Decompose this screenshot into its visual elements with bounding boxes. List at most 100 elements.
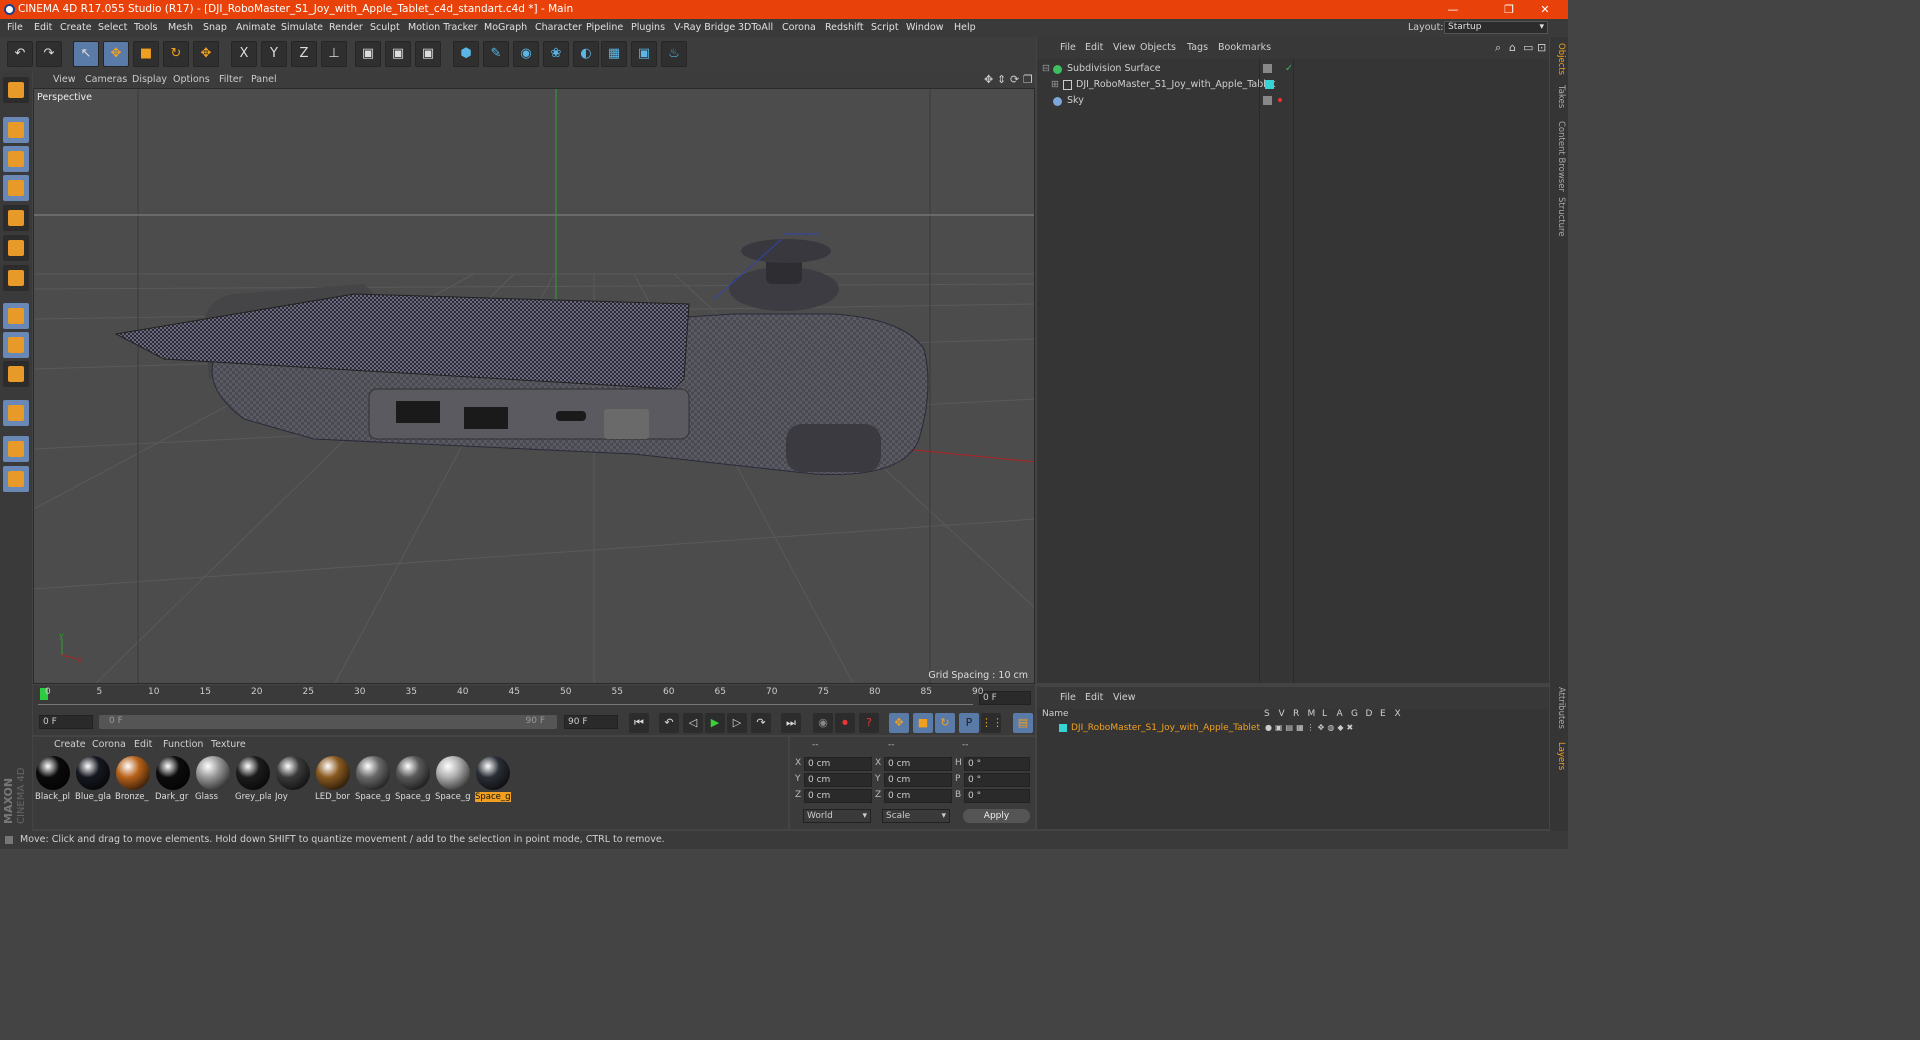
home-icon[interactable]: ⌂ bbox=[1509, 37, 1516, 59]
coord-system-dropdown[interactable]: World ▾ bbox=[803, 809, 871, 823]
menu-window[interactable]: Window bbox=[906, 19, 943, 37]
material-swatch[interactable]: Bronze_ bbox=[115, 755, 151, 802]
coordinate-system-icon[interactable]: ⊥ bbox=[321, 41, 347, 67]
render-settings-icon[interactable]: ▣ bbox=[415, 41, 441, 67]
menu-plugins[interactable]: Plugins bbox=[631, 19, 665, 37]
axis-mode-icon[interactable] bbox=[3, 303, 29, 329]
tweak-mode-icon[interactable] bbox=[3, 332, 29, 358]
material-swatch[interactable]: Space_g bbox=[435, 755, 471, 802]
side-tab-attributes[interactable]: Attributes bbox=[1552, 687, 1566, 729]
magnet-tool-icon[interactable] bbox=[3, 400, 29, 426]
floor-environment-icon[interactable]: ▦ bbox=[601, 41, 627, 67]
new-view-icon[interactable]: ▭ bbox=[1523, 37, 1533, 59]
edit-tag-icon[interactable] bbox=[1263, 64, 1272, 73]
layer-column-header[interactable]: X bbox=[1395, 709, 1401, 719]
material-menu-edit[interactable]: Edit bbox=[134, 737, 152, 753]
menu-select[interactable]: Select bbox=[98, 19, 127, 37]
material-swatch[interactable]: Blue_gla bbox=[75, 755, 111, 802]
layer-column-header[interactable]: L bbox=[1322, 709, 1327, 719]
material-swatch[interactable]: Dark_gr bbox=[155, 755, 191, 802]
light-icon[interactable]: ♨ bbox=[661, 41, 687, 67]
rotation-field[interactable]: 0 ° bbox=[964, 757, 1030, 771]
size-field[interactable]: 0 cm bbox=[884, 773, 952, 787]
menu-snap[interactable]: Snap bbox=[203, 19, 227, 37]
layer-column-header[interactable]: D bbox=[1366, 709, 1373, 719]
edge-mode-icon[interactable] bbox=[3, 235, 29, 261]
move-tool-icon[interactable]: ✥ bbox=[103, 41, 129, 67]
key-param-icon[interactable]: P bbox=[959, 713, 979, 733]
layer-menu-file[interactable]: File bbox=[1060, 687, 1076, 709]
go-to-start-icon[interactable]: ⏮ bbox=[629, 713, 649, 733]
render-view-icon[interactable]: ▣ bbox=[355, 41, 381, 67]
material-swatch[interactable]: Black_pl bbox=[35, 755, 71, 802]
menu-animate[interactable]: Animate bbox=[236, 19, 276, 37]
maximize-view-icon[interactable]: ❐ bbox=[1023, 71, 1033, 88]
enabled-check-icon[interactable]: ✓ bbox=[1285, 61, 1293, 77]
record-active-icon[interactable]: ◉ bbox=[813, 713, 833, 733]
model-mode-icon[interactable] bbox=[3, 117, 29, 143]
menu-help[interactable]: Help bbox=[954, 19, 976, 37]
expand-icon[interactable]: ⊞ bbox=[1051, 77, 1059, 93]
key-scale-icon[interactable]: ■ bbox=[913, 713, 933, 733]
key-rotation-icon[interactable]: ↻ bbox=[935, 713, 955, 733]
move-view-icon[interactable]: ✥ bbox=[984, 71, 993, 88]
deformer-icon[interactable]: ◐ bbox=[573, 41, 599, 67]
object-menu-bookmarks[interactable]: Bookmarks bbox=[1218, 37, 1271, 59]
viewport-menu-cameras[interactable]: Cameras bbox=[85, 71, 127, 88]
cloner-icon[interactable]: ❀ bbox=[543, 41, 569, 67]
material-menu-texture[interactable]: Texture bbox=[211, 737, 246, 753]
timeline-window-icon[interactable]: ▤ bbox=[1013, 713, 1033, 733]
make-editable-icon[interactable] bbox=[3, 77, 29, 103]
perspective-viewport[interactable]: y x Perspective Grid Spacing : 10 cm bbox=[33, 88, 1035, 684]
camera-icon[interactable]: ▣ bbox=[631, 41, 657, 67]
x-axis-lock-icon[interactable]: X bbox=[231, 41, 257, 67]
frame-range-slider[interactable]: 0 F 90 F bbox=[99, 715, 557, 729]
go-to-end-icon[interactable]: ⏭ bbox=[781, 713, 801, 733]
menu-corona[interactable]: Corona bbox=[782, 19, 816, 37]
rotation-field[interactable]: 0 ° bbox=[964, 789, 1030, 803]
undo-icon[interactable]: ↶ bbox=[7, 41, 33, 67]
edit-tag-icon[interactable] bbox=[1263, 96, 1272, 105]
position-field[interactable]: 0 cm bbox=[804, 789, 872, 803]
side-tab-content-browser[interactable]: Content Browser bbox=[1552, 121, 1566, 192]
layout-dropdown[interactable]: Startup ▾ bbox=[1444, 21, 1548, 34]
object-menu-objects[interactable]: Objects bbox=[1140, 37, 1176, 59]
menu-mesh[interactable]: Mesh bbox=[168, 19, 193, 37]
close-button[interactable]: ✕ bbox=[1522, 0, 1568, 19]
material-swatch[interactable]: Glass bbox=[195, 755, 231, 802]
current-frame-field[interactable]: 0 F bbox=[979, 691, 1031, 705]
live-selection-icon[interactable]: ✥ bbox=[193, 41, 219, 67]
layer-column-header[interactable]: V bbox=[1279, 709, 1285, 719]
key-position-icon[interactable]: ✥ bbox=[889, 713, 909, 733]
object-menu-tags[interactable]: Tags bbox=[1187, 37, 1208, 59]
layer-column-header[interactable]: G bbox=[1351, 709, 1358, 719]
object-menu-file[interactable]: File bbox=[1060, 37, 1076, 59]
keyframe-help-icon[interactable]: ? bbox=[859, 713, 879, 733]
material-swatch[interactable]: Grey_pla bbox=[235, 755, 271, 802]
expand-icon[interactable]: ⊟ bbox=[1042, 61, 1050, 77]
key-pla-icon[interactable]: ⋮⋮ bbox=[981, 713, 1003, 733]
z-axis-lock-icon[interactable]: Z bbox=[291, 41, 317, 67]
apply-button[interactable]: Apply bbox=[963, 809, 1030, 823]
render-dot-icon[interactable] bbox=[1278, 98, 1282, 102]
layer-row[interactable]: DJI_RoboMaster_S1_Joy_with_Apple_Tablet … bbox=[1037, 721, 1549, 735]
start-frame-field[interactable]: 0 F bbox=[39, 715, 93, 729]
menu-v-ray-bridge[interactable]: V-Ray Bridge bbox=[674, 19, 735, 37]
layer-toggle-icons[interactable]: ●▣▤▦⋮✥◍◆✖ bbox=[1265, 721, 1356, 735]
menu-file[interactable]: File bbox=[7, 19, 23, 37]
rotate-view-icon[interactable]: ⟳ bbox=[1010, 71, 1019, 88]
material-menu-create[interactable]: Create bbox=[54, 737, 86, 753]
layer-menu-view[interactable]: View bbox=[1113, 687, 1136, 709]
material-swatch[interactable]: LED_bor bbox=[315, 755, 351, 802]
scale-tool-icon[interactable]: ■ bbox=[133, 41, 159, 67]
workplane-mode-icon[interactable] bbox=[3, 175, 29, 201]
side-tab-structure[interactable]: Structure bbox=[1552, 197, 1566, 237]
end-frame-field[interactable]: 90 F bbox=[564, 715, 618, 729]
layer-column-header[interactable]: S bbox=[1264, 709, 1270, 719]
play-icon[interactable]: ▶ bbox=[705, 713, 725, 733]
pan-view-icon[interactable]: ⇕ bbox=[997, 71, 1006, 88]
side-tab-objects[interactable]: Objects bbox=[1552, 43, 1566, 75]
collapse-icon[interactable]: ⊡ bbox=[1537, 37, 1546, 59]
position-field[interactable]: 0 cm bbox=[804, 757, 872, 771]
next-frame-icon[interactable]: ▷ bbox=[727, 713, 747, 733]
